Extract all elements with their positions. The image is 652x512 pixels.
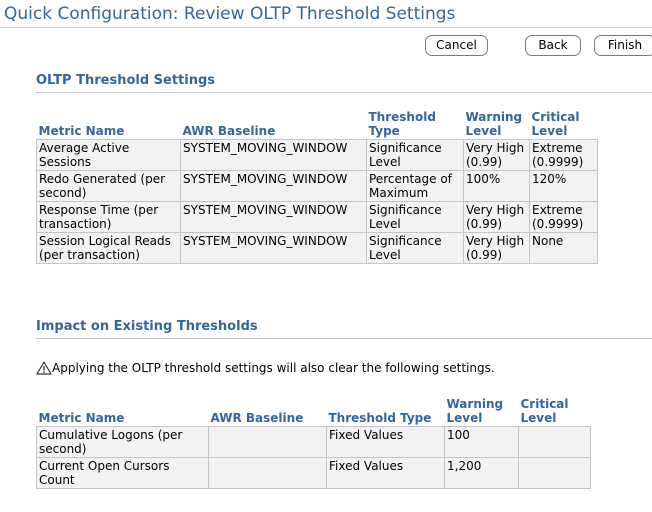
cancel-button[interactable]: Cancel xyxy=(425,35,488,56)
awr-baseline-cell: SYSTEM_MOVING_WINDOW xyxy=(180,232,367,264)
warning-level-cell: 100 xyxy=(444,426,519,458)
metric-name-cell: Redo Generated (per second) xyxy=(36,170,181,202)
column-header: Threshold Type xyxy=(326,396,445,427)
warning-level-cell: 1,200 xyxy=(444,457,519,489)
critical-level-cell: 120% xyxy=(529,170,598,202)
threshold-type-cell: Significance Level xyxy=(366,232,464,264)
column-header: AWR Baseline xyxy=(208,396,327,427)
warning-triangle-icon xyxy=(36,361,52,375)
impact-section-divider xyxy=(36,338,652,339)
title-divider xyxy=(0,27,652,28)
table-row: Session Logical Reads (per transaction) … xyxy=(36,232,598,264)
threshold-type-cell: Fixed Values xyxy=(326,426,445,458)
column-header: Metric Name xyxy=(36,396,209,427)
oltp-threshold-table: Metric Name AWR Baseline Threshold Type … xyxy=(36,109,598,264)
critical-level-cell xyxy=(518,426,591,458)
critical-level-cell: None xyxy=(529,232,598,264)
threshold-type-cell: Significance Level xyxy=(366,139,464,171)
warning-level-cell: Very High (0.99) xyxy=(463,232,530,264)
column-header: AWR Baseline xyxy=(180,109,367,140)
page-title: Quick Configuration: Review OLTP Thresho… xyxy=(4,4,456,24)
table-header-row: Metric Name AWR Baseline Threshold Type … xyxy=(36,109,598,140)
awr-baseline-cell xyxy=(208,457,327,489)
warning-level-cell: 100% xyxy=(463,170,530,202)
metric-name-cell: Current Open Cursors Count xyxy=(36,457,209,489)
oltp-section-divider xyxy=(36,92,652,93)
critical-level-cell: Extreme (0.9999) xyxy=(529,201,598,233)
threshold-type-cell: Significance Level xyxy=(366,201,464,233)
warning-message: Applying the OLTP threshold settings wil… xyxy=(36,361,495,375)
metric-name-cell: Cumulative Logons (per second) xyxy=(36,426,209,458)
column-header: Critical Level xyxy=(529,109,598,140)
column-header: Critical Level xyxy=(518,396,591,427)
oltp-section-heading: OLTP Threshold Settings xyxy=(36,73,216,88)
awr-baseline-cell xyxy=(208,426,327,458)
table-row: Redo Generated (per second) SYSTEM_MOVIN… xyxy=(36,170,598,202)
threshold-type-cell: Fixed Values xyxy=(326,457,445,489)
table-row: Cumulative Logons (per second) Fixed Val… xyxy=(36,426,591,458)
column-header: Threshold Type xyxy=(366,109,464,140)
warning-level-cell: Very High (0.99) xyxy=(463,201,530,233)
impact-threshold-table: Metric Name AWR Baseline Threshold Type … xyxy=(36,396,591,489)
awr-baseline-cell: SYSTEM_MOVING_WINDOW xyxy=(180,201,367,233)
metric-name-cell: Session Logical Reads (per transaction) xyxy=(36,232,181,264)
table-row: Response Time (per transaction) SYSTEM_M… xyxy=(36,201,598,233)
column-header: Warning Level xyxy=(444,396,519,427)
metric-name-cell: Response Time (per transaction) xyxy=(36,201,181,233)
critical-level-cell xyxy=(518,457,591,489)
metric-name-cell: Average Active Sessions xyxy=(36,139,181,171)
critical-level-cell: Extreme (0.9999) xyxy=(529,139,598,171)
impact-section-heading: Impact on Existing Thresholds xyxy=(36,319,258,334)
finish-button[interactable]: Finish xyxy=(594,35,652,56)
table-header-row: Metric Name AWR Baseline Threshold Type … xyxy=(36,396,591,427)
awr-baseline-cell: SYSTEM_MOVING_WINDOW xyxy=(180,139,367,171)
threshold-type-cell: Percentage of Maximum xyxy=(366,170,464,202)
table-row: Current Open Cursors Count Fixed Values … xyxy=(36,457,591,489)
back-button[interactable]: Back xyxy=(525,35,581,56)
awr-baseline-cell: SYSTEM_MOVING_WINDOW xyxy=(180,170,367,202)
table-row: Average Active Sessions SYSTEM_MOVING_WI… xyxy=(36,139,598,171)
warning-level-cell: Very High (0.99) xyxy=(463,139,530,171)
warning-text: Applying the OLTP threshold settings wil… xyxy=(52,361,495,375)
column-header: Metric Name xyxy=(36,109,181,140)
column-header: Warning Level xyxy=(463,109,530,140)
